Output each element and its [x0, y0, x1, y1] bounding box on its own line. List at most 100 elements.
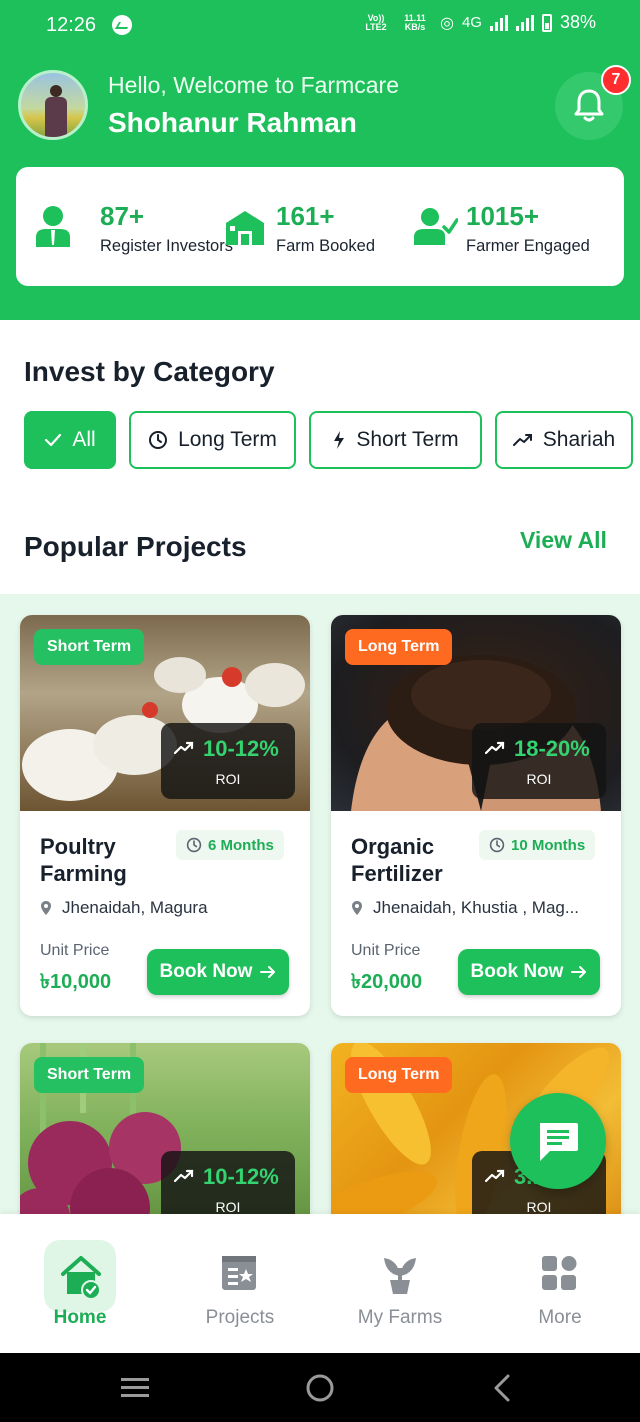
roi-value: 10-12%: [203, 1164, 279, 1189]
stats-card: 87+ Register Investors 161+ Farm Booked …: [16, 167, 624, 286]
clock-icon: [489, 837, 505, 853]
stat-farmers: 1015+ Farmer Engaged: [414, 167, 614, 286]
nav-icon-bg: [44, 1240, 116, 1312]
wifi-icon: ◎: [439, 14, 454, 32]
location-text: Jhenaidah, Khustia , Mag...: [373, 898, 580, 917]
check-icon: [45, 433, 62, 447]
chip-label: Shariah: [542, 428, 616, 451]
trend-up-icon: [174, 741, 194, 755]
project-title: Organic Fertilizer: [351, 834, 443, 886]
chat-button[interactable]: [510, 1093, 606, 1189]
chip-label: All: [72, 428, 96, 451]
messenger-icon: [112, 15, 132, 35]
stat-label: Register Investors: [100, 237, 233, 255]
chip-short-term[interactable]: Short Term: [309, 411, 482, 469]
nav-my-farms[interactable]: My Farms: [320, 1214, 480, 1353]
stat-label: Farm Booked: [276, 237, 376, 255]
term-tag: Short Term: [34, 629, 145, 665]
plant-icon: [384, 1258, 416, 1294]
project-location: Jhenaidah, Magura: [40, 898, 208, 918]
location-pin-icon: [352, 901, 362, 915]
roi-label: ROI: [526, 1199, 552, 1215]
system-nav-bar: [0, 1353, 640, 1422]
volte-indicator: Vo)) LTE2: [365, 12, 387, 32]
farmer-check-icon: [414, 208, 458, 245]
chat-icon: [540, 1123, 578, 1161]
stat-investors: 87+ Register Investors: [34, 167, 234, 286]
nav-icon-bg: [364, 1240, 436, 1312]
unit-price-label: Unit Price: [40, 942, 110, 959]
status-icons: Vo)) LTE2 11.11 KB/s ◎ 4G 38%: [362, 12, 596, 33]
chip-label: Short Term: [356, 428, 459, 451]
chip-long-term[interactable]: Long Term: [129, 411, 296, 469]
category-title: Invest by Category: [24, 356, 275, 387]
signal-icon-2: [515, 14, 534, 31]
bolt-icon: [334, 431, 345, 449]
book-now-button[interactable]: Book Now: [147, 949, 289, 995]
avatar[interactable]: [18, 70, 88, 140]
network-speed: 11.11 KB/s: [404, 12, 426, 32]
user-name: Shohanur Rahman: [108, 107, 357, 138]
roi-label: ROI: [526, 771, 552, 787]
recent-apps-icon[interactable]: [120, 1376, 150, 1400]
project-location: Jhenaidah, Khustia , Mag...: [351, 898, 579, 918]
stat-value: 161+: [276, 201, 335, 231]
nav-home[interactable]: Home: [0, 1214, 160, 1353]
trend-up-icon: [485, 741, 505, 755]
stat-value: 1015+: [466, 201, 540, 231]
roi-badge: 18-20% ROI: [472, 723, 606, 799]
header: 12:26 Vo)) LTE2 11.11 KB/s ◎ 4G 38% Hell…: [0, 0, 640, 320]
trend-up-icon: [174, 1169, 194, 1183]
project-title: Poultry Farming: [40, 834, 127, 886]
project-card[interactable]: Short Term 10-12% ROI: [20, 1043, 310, 1243]
chip-label: Long Term: [178, 428, 277, 451]
avatar-person: [45, 85, 67, 137]
project-card[interactable]: Short Term 10-12% ROI Poultry Farming 6 …: [20, 615, 310, 1016]
roi-label: ROI: [215, 771, 241, 787]
investor-icon: [36, 206, 70, 247]
bell-icon: [574, 89, 604, 122]
term-tag: Short Term: [34, 1057, 145, 1093]
back-icon[interactable]: [492, 1373, 512, 1403]
nav-icon-bg: [204, 1240, 276, 1312]
battery-level: 38%: [559, 12, 596, 32]
duration-badge: 10 Months: [479, 830, 596, 860]
roi-value: 10-12%: [203, 736, 279, 761]
home-circle-icon[interactable]: [305, 1373, 335, 1403]
arrow-right-icon: [571, 966, 587, 978]
project-card[interactable]: Long Term 18-20% ROI Organic Fertilizer …: [331, 615, 621, 1016]
duration-text: 10 Months: [511, 836, 586, 854]
stat-label: Farmer Engaged: [466, 237, 590, 255]
roi-label: ROI: [215, 1199, 241, 1215]
nav-projects[interactable]: Projects: [160, 1214, 320, 1353]
farm-icon: [226, 211, 264, 245]
projects-icon: [222, 1256, 256, 1290]
chip-shariah[interactable]: Shariah: [495, 411, 633, 469]
signal-icon: [489, 14, 508, 31]
stat-farms: 161+ Farm Booked: [224, 167, 414, 286]
book-now-label: Book Now: [470, 961, 564, 982]
network-type: 4G: [461, 14, 482, 31]
nav-label: More: [538, 1307, 582, 1328]
status-bar: 12:26 Vo)) LTE2 11.11 KB/s ◎ 4G 38%: [0, 0, 640, 54]
location-pin-icon: [41, 901, 51, 915]
book-now-button[interactable]: Book Now: [458, 949, 600, 995]
nav-more[interactable]: More: [480, 1214, 640, 1353]
stat-value: 87+: [100, 201, 145, 231]
nav-label: Home: [53, 1307, 107, 1328]
unit-price: ৳20,000: [351, 971, 423, 993]
nav-label: Projects: [205, 1307, 275, 1328]
roi-badge: 10-12% ROI: [161, 723, 295, 799]
trend-up-icon: [485, 1169, 505, 1183]
grid-icon: [542, 1256, 577, 1290]
location-text: Jhenaidah, Magura: [62, 898, 208, 917]
bottom-nav: Home Projects My Farms More: [0, 1214, 640, 1353]
chip-all[interactable]: All: [24, 411, 116, 469]
view-all-link[interactable]: View All: [520, 527, 607, 554]
trend-icon: [512, 434, 532, 446]
clock-icon: [186, 837, 202, 853]
unit-price: ৳10,000: [40, 971, 112, 993]
status-time: 12:26: [46, 14, 97, 36]
nav-label: My Farms: [357, 1307, 443, 1328]
greeting: Hello, Welcome to Farmcare: [108, 72, 399, 98]
